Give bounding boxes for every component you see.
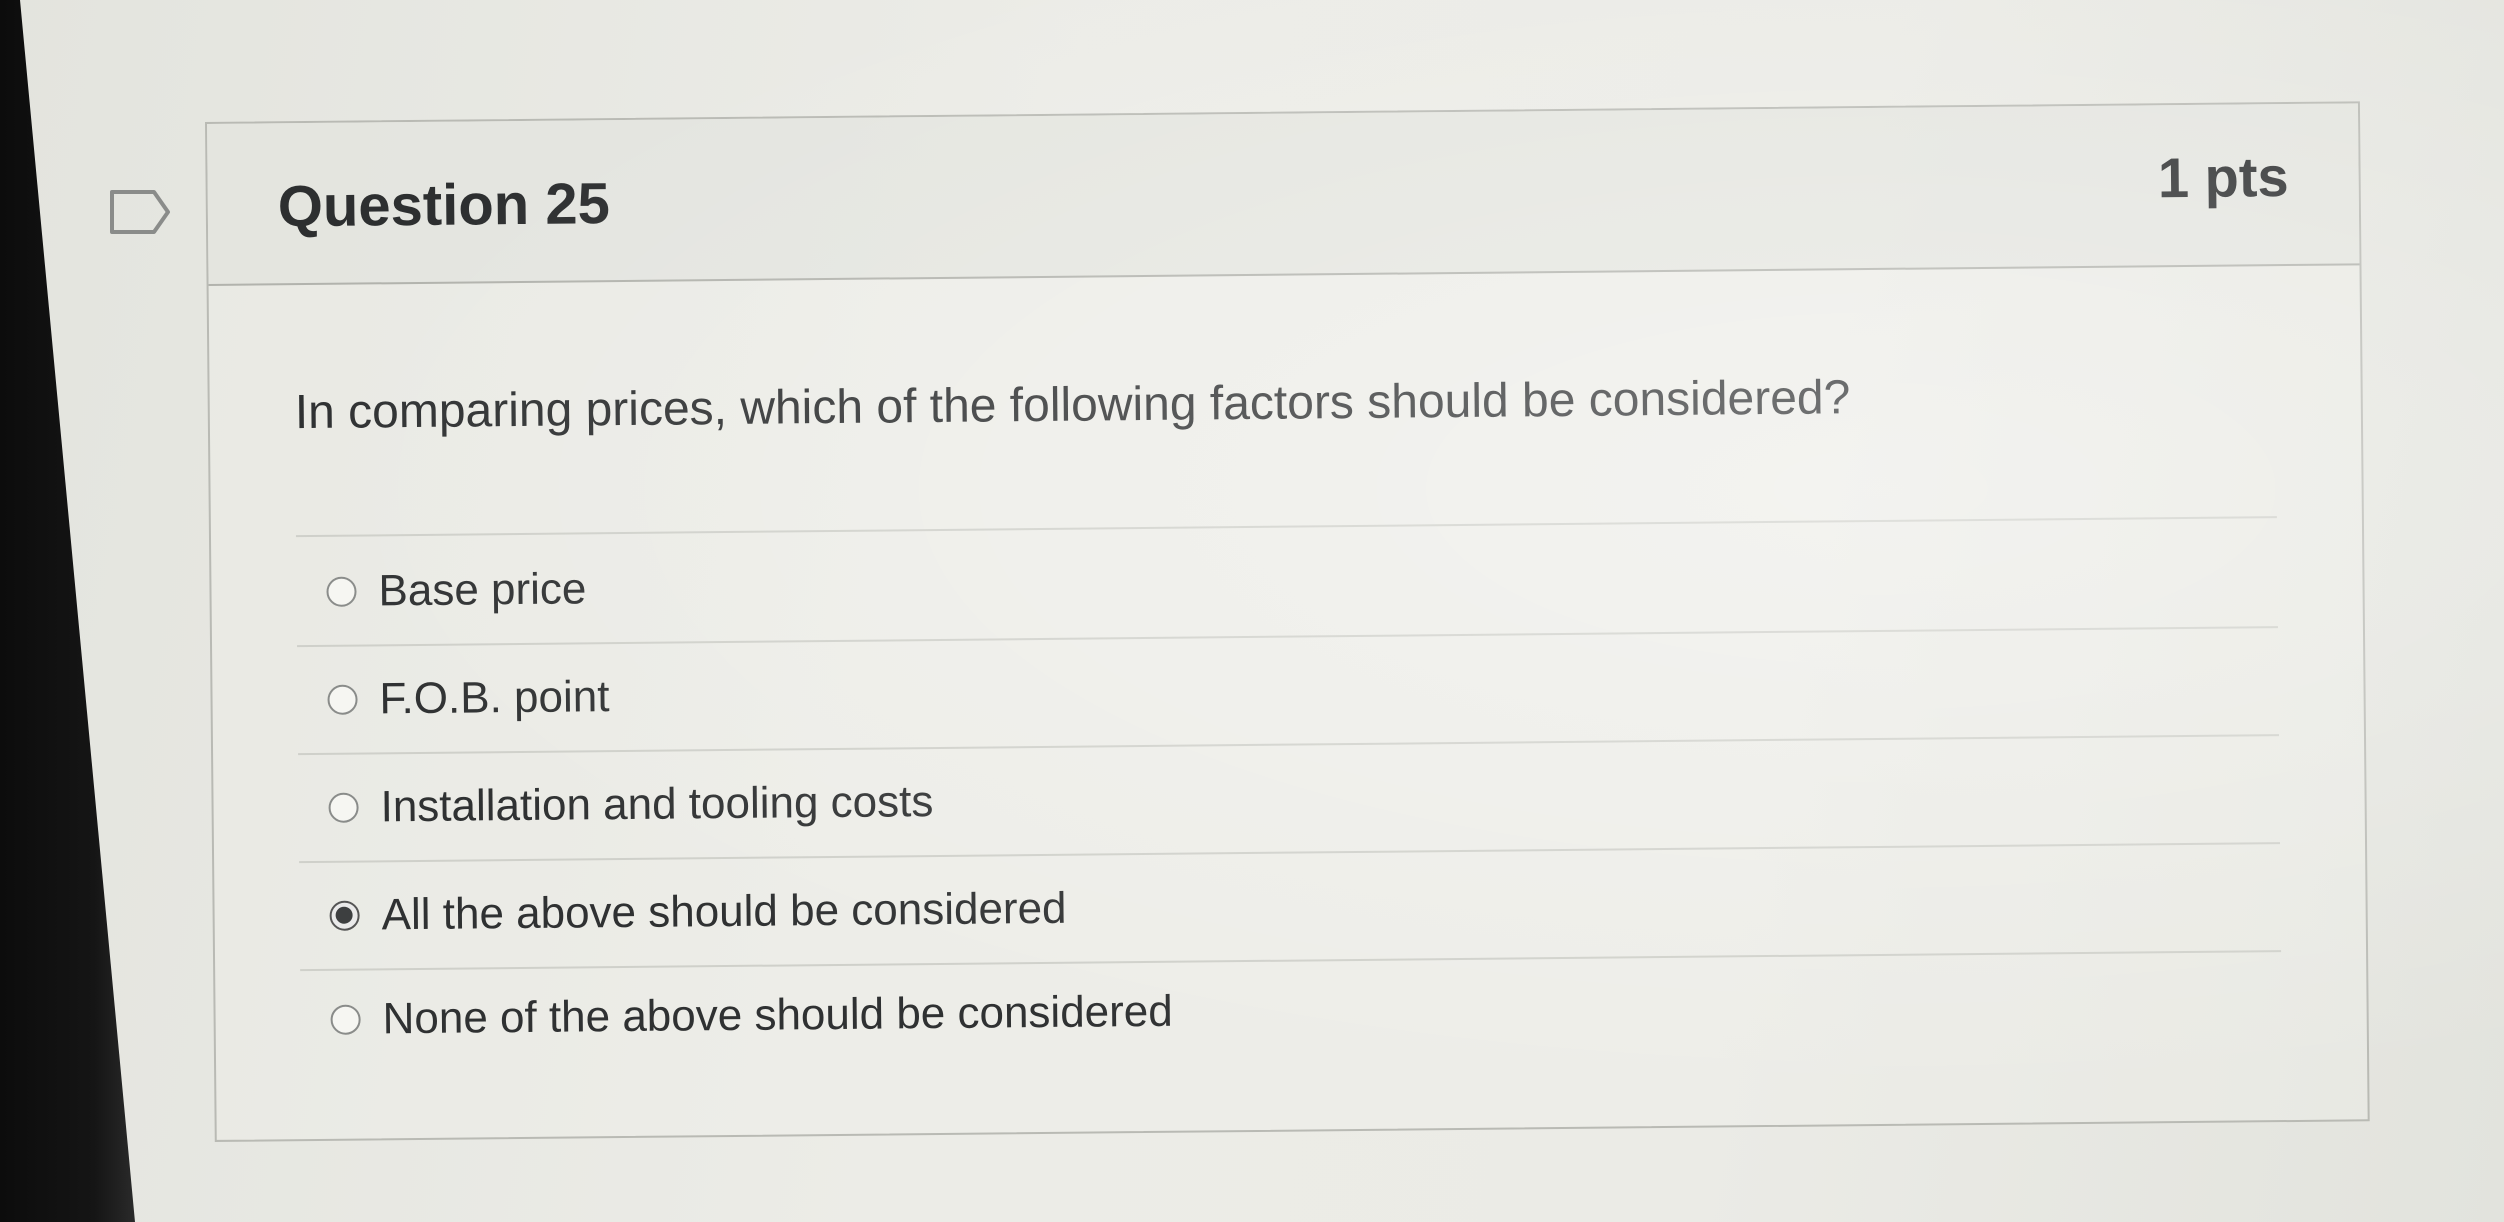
answer-option-installation-costs[interactable]: Installation and tooling costs — [328, 754, 2280, 843]
question-card: Question 25 1 pts In comparing prices, w… — [205, 101, 2370, 1142]
flag-question-icon[interactable] — [108, 188, 172, 236]
answer-label: Base price — [378, 564, 587, 616]
question-header: Question 25 1 pts — [207, 103, 2360, 286]
answer-divider — [295, 516, 2277, 538]
answer-option-all-above[interactable]: All the above should be considered — [329, 862, 2281, 951]
radio-button[interactable] — [327, 684, 358, 715]
radio-button-selected[interactable] — [329, 900, 360, 931]
answer-divider — [299, 842, 2281, 864]
answer-divider — [297, 626, 2278, 648]
monitor-bezel — [0, 0, 135, 1222]
answer-divider — [298, 734, 2279, 756]
question-text: In comparing prices, which of the follow… — [294, 371, 1851, 440]
answer-option-fob-point[interactable]: F.O.B. point — [327, 646, 2279, 735]
answer-label: All the above should be considered — [381, 883, 1067, 940]
answer-option-none-above[interactable]: None of the above should be considered — [330, 966, 2282, 1055]
question-body: In comparing prices, which of the follow… — [209, 265, 2368, 1140]
question-title: Question 25 — [277, 171, 611, 240]
answer-label: None of the above should be considered — [382, 986, 1173, 1044]
answer-label: F.O.B. point — [379, 672, 610, 724]
answer-option-base-price[interactable]: Base price — [326, 538, 2278, 627]
answer-label: Installation and tooling costs — [380, 777, 934, 832]
radio-button[interactable] — [328, 792, 359, 823]
radio-button[interactable] — [330, 1004, 361, 1035]
radio-button[interactable] — [326, 576, 357, 607]
question-points: 1 pts — [2157, 145, 2289, 210]
